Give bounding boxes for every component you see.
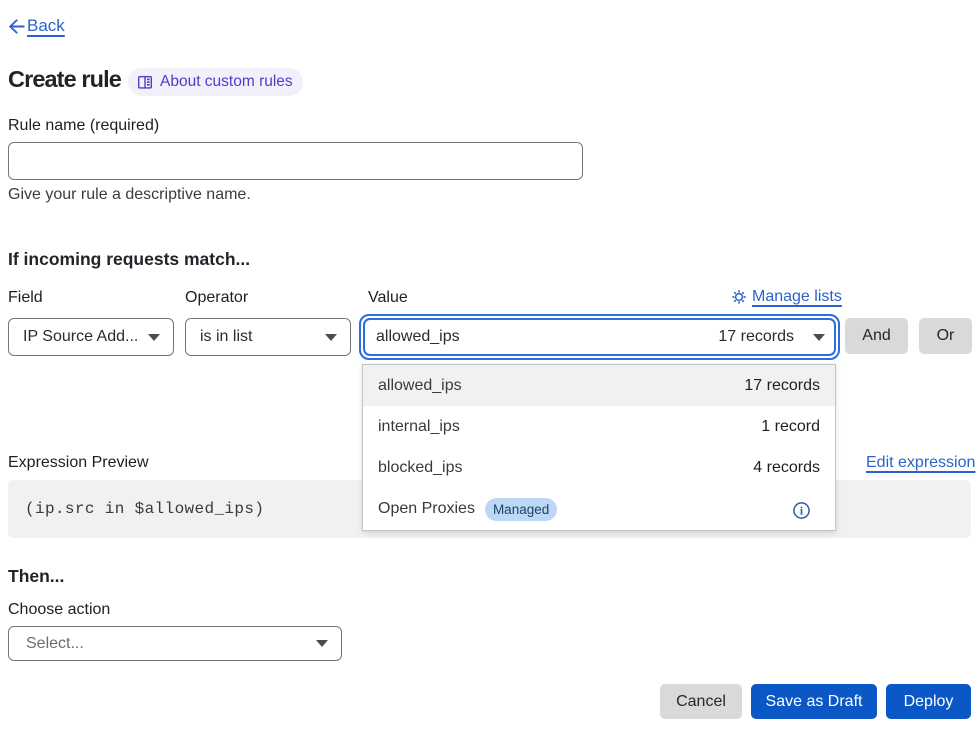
svg-text:i: i — [800, 506, 804, 518]
